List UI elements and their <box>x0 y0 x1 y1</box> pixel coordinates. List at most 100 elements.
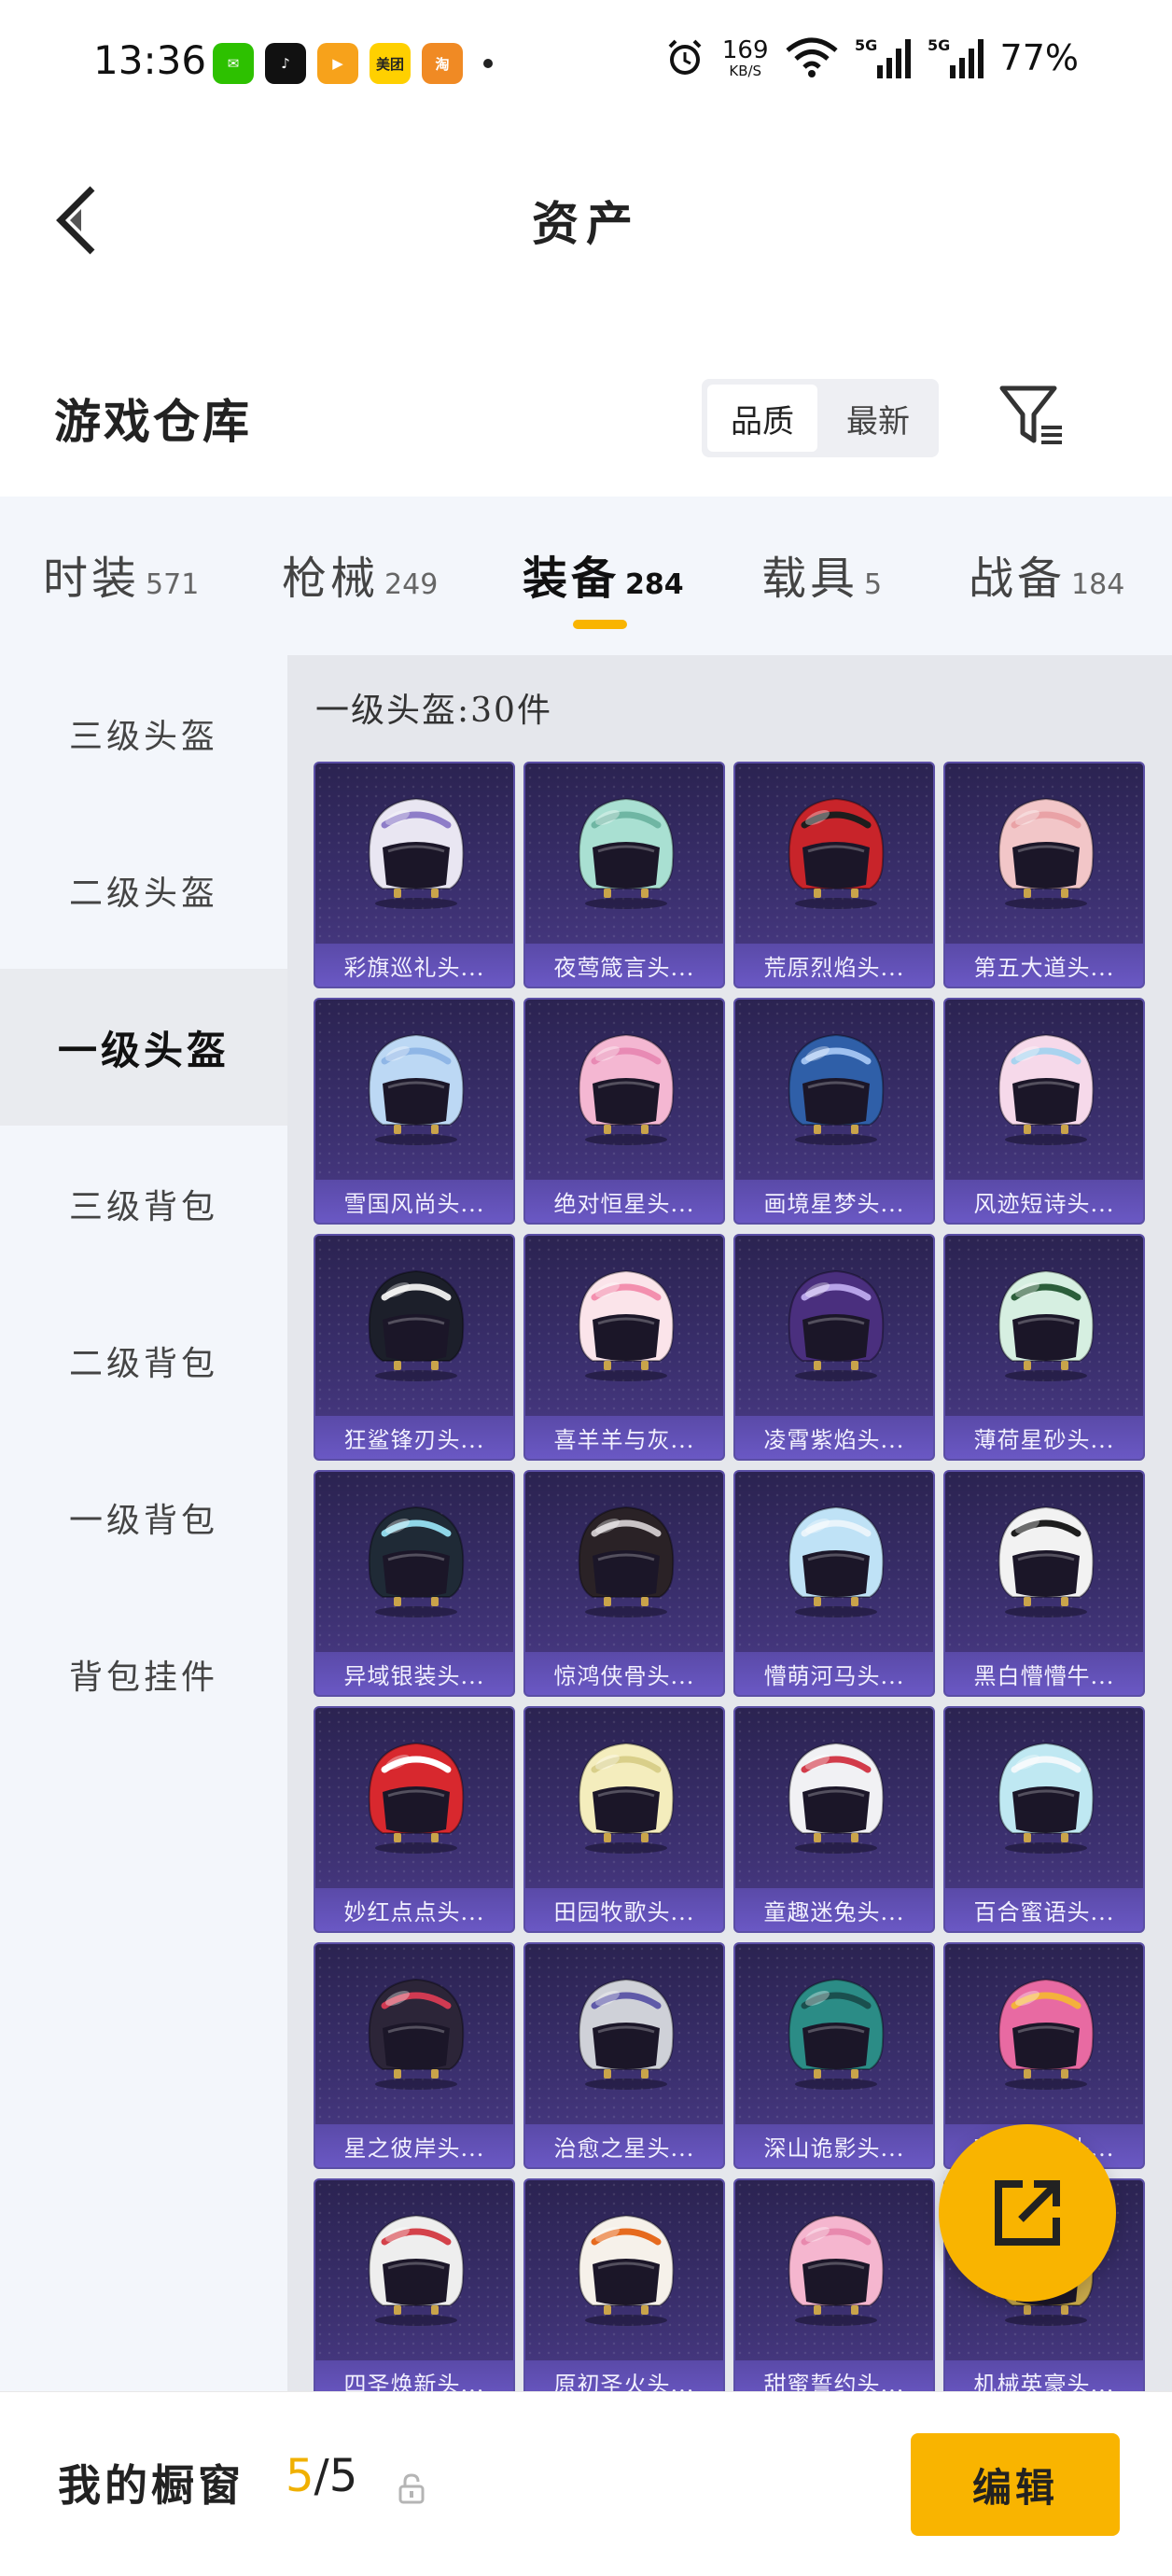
item-name: 狂鲨锋刃头... <box>343 1426 485 1453</box>
helmet-item-card[interactable]: 惊鸿侠骨头... <box>523 1470 725 1697</box>
helmet-icon <box>788 1978 885 2090</box>
sidebar-item-level3-backpack[interactable]: 三级背包 <box>0 1126 287 1282</box>
helmet-icon <box>578 1978 675 2090</box>
status-app-icons: ✉ ♪ ▶ 美团淘 <box>213 43 493 84</box>
item-name: 异域银装头... <box>343 1662 485 1689</box>
helmet-icon <box>998 1505 1095 1617</box>
meituan-icon: 美团 <box>370 43 411 84</box>
item-name: 雪国风尚头... <box>343 1190 485 1217</box>
helmet-item-card[interactable]: 甜蜜誓约头... <box>733 2178 935 2391</box>
helmet-icon <box>578 797 675 909</box>
tab-count: 184 <box>1071 568 1125 601</box>
sort-by-quality[interactable]: 品质 <box>707 385 817 452</box>
item-name-bar: 深山诡影头... <box>735 2124 933 2167</box>
helmet-icon <box>998 1033 1095 1145</box>
share-button[interactable] <box>939 2124 1116 2302</box>
tab-label: 装备 <box>523 553 621 605</box>
battery-level: 77% <box>999 37 1079 78</box>
helmet-item-card[interactable]: 凌霄紫焰头... <box>733 1234 935 1461</box>
helmet-icon <box>998 797 1095 909</box>
showcase-label: 我的橱窗 <box>58 2460 244 2511</box>
helmet-item-card[interactable]: 画境星梦头... <box>733 998 935 1225</box>
item-name: 荒原烈焰头... <box>763 954 905 981</box>
helmet-item-card[interactable]: 百合蜜语头... <box>943 1706 1145 1933</box>
helmet-icon <box>368 1505 465 1617</box>
helmet-icon <box>998 1742 1095 1854</box>
tab-fashion[interactable]: 时装 571 <box>43 541 199 607</box>
edit-button[interactable]: 编辑 <box>911 2433 1120 2536</box>
item-name: 凌霄紫焰头... <box>763 1426 905 1453</box>
item-name: 懵萌河马头... <box>763 1662 905 1689</box>
helmet-icon <box>788 1742 885 1854</box>
more-notifications-dot <box>483 59 493 68</box>
helmet-item-card[interactable]: 懵萌河马头... <box>733 1470 935 1697</box>
helmet-icon <box>578 1269 675 1381</box>
signal-5g-icon-2: 5G <box>928 36 984 78</box>
helmet-item-card[interactable]: 治愈之星头... <box>523 1942 725 2169</box>
tab-vehicles[interactable]: 载具 5 <box>761 541 882 607</box>
category-tabs: 时装 571 枪械 249 装备 284 载具 5 战备 184 <box>0 497 1172 655</box>
helmet-item-card[interactable]: 深山诡影头... <box>733 1942 935 2169</box>
helmet-item-card[interactable]: 异域银装头... <box>314 1470 515 1697</box>
filter-button[interactable] <box>997 383 1069 450</box>
helmet-icon <box>788 1033 885 1145</box>
helmet-item-card[interactable]: 黑白懵懵牛... <box>943 1470 1145 1697</box>
item-name: 绝对恒星头... <box>553 1190 695 1217</box>
item-name: 机械英豪头... <box>973 2371 1115 2392</box>
item-name-bar: 风迹短诗头... <box>945 1180 1143 1223</box>
item-count-heading: 一级头盔:30件 <box>315 692 552 730</box>
item-name-bar: 四圣焕新头... <box>315 2360 513 2391</box>
sidebar-item-level1-backpack[interactable]: 一级背包 <box>0 1439 287 1596</box>
item-name-bar: 凌霄紫焰头... <box>735 1416 933 1459</box>
network-5g-label: 5G <box>855 36 877 54</box>
helmet-item-card[interactable]: 荒原烈焰头... <box>733 762 935 988</box>
sidebar-item-level2-helmet[interactable]: 二级头盔 <box>0 812 287 969</box>
tab-equipment[interactable]: 装备 284 <box>523 541 684 607</box>
tab-label: 枪械 <box>282 553 380 605</box>
item-name-bar: 惊鸿侠骨头... <box>525 1652 723 1695</box>
helmet-item-card[interactable]: 雪国风尚头... <box>314 998 515 1225</box>
helmet-item-card[interactable]: 狂鲨锋刃头... <box>314 1234 515 1461</box>
helmet-item-card[interactable]: 喜羊羊与灰... <box>523 1234 725 1461</box>
showcase-count: 5/5 <box>286 2450 357 2502</box>
wechat-icon: ✉ <box>213 43 254 84</box>
item-name-bar: 机械英豪头... <box>945 2360 1143 2391</box>
sidebar-item-level2-backpack[interactable]: 二级背包 <box>0 1282 287 1439</box>
sidebar-item-level3-helmet[interactable]: 三级头盔 <box>0 655 287 812</box>
lock-icon <box>398 2473 425 2504</box>
helmet-item-card[interactable]: 原初圣火头... <box>523 2178 725 2391</box>
bottom-showcase-bar: 我的橱窗 5/5 编辑 <box>0 2391 1172 2576</box>
helmet-icon <box>368 1269 465 1381</box>
tab-count: 249 <box>384 568 439 601</box>
helmet-item-card[interactable]: 田园牧歌头... <box>523 1706 725 1933</box>
sidebar-item-level1-helmet[interactable]: 一级头盔 <box>0 969 287 1126</box>
helmet-item-card[interactable]: 第五大道头... <box>943 762 1145 988</box>
helmet-item-card[interactable]: 绝对恒星头... <box>523 998 725 1225</box>
item-name: 田园牧歌头... <box>553 1898 695 1925</box>
helmet-item-card[interactable]: 童趣迷兔头... <box>733 1706 935 1933</box>
item-name: 第五大道头... <box>973 954 1115 981</box>
helmet-item-card[interactable]: 风迹短诗头... <box>943 998 1145 1225</box>
helmet-item-card[interactable]: 妙红点点头... <box>314 1706 515 1933</box>
helmet-icon <box>788 1505 885 1617</box>
item-name: 治愈之星头... <box>553 2135 695 2162</box>
helmet-item-card[interactable]: 夜莺箴言头... <box>523 762 725 988</box>
helmet-item-card[interactable]: 四圣焕新头... <box>314 2178 515 2391</box>
item-name-bar: 雪国风尚头... <box>315 1180 513 1223</box>
active-tab-indicator <box>573 620 627 629</box>
tab-label: 载具 <box>761 553 859 605</box>
item-name-bar: 夜莺箴言头... <box>525 944 723 987</box>
helmet-item-card[interactable]: 彩旗巡礼头... <box>314 762 515 988</box>
item-name: 黑白懵懵牛... <box>973 1662 1115 1689</box>
sort-by-latest[interactable]: 最新 <box>823 385 933 452</box>
item-name-bar: 喜羊羊与灰... <box>525 1416 723 1459</box>
sidebar-item-backpack-pendant[interactable]: 背包挂件 <box>0 1596 287 1753</box>
helmet-item-card[interactable]: 薄荷星砂头... <box>943 1234 1145 1461</box>
item-name: 深山诡影头... <box>763 2135 905 2162</box>
helmet-icon <box>368 1033 465 1145</box>
tab-firearms[interactable]: 枪械 249 <box>282 541 438 607</box>
tab-combat-supplies[interactable]: 战备 184 <box>969 541 1124 607</box>
helmet-icon <box>368 797 465 909</box>
helmet-item-card[interactable]: 星之彼岸头... <box>314 1942 515 2169</box>
network-5g-label: 5G <box>928 36 950 54</box>
